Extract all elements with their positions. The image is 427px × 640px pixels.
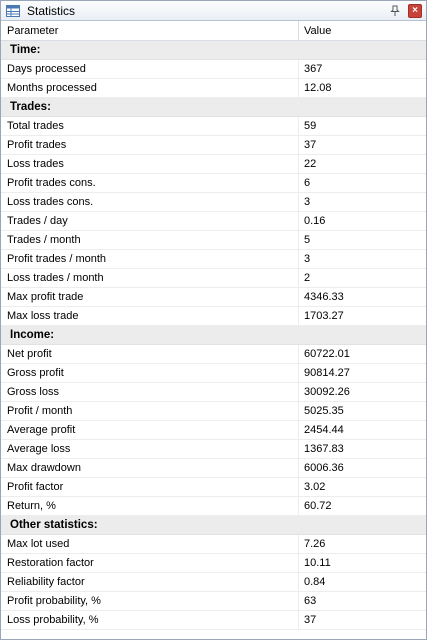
value-cell: 5025.35 [304,404,344,417]
value-cell: 22 [304,157,317,170]
table-row[interactable]: Days processed 367 [1,59,426,79]
table-header: Parameter Value [1,21,426,41]
value-cell: 60722.01 [304,347,350,360]
value-cell: 3.02 [304,480,326,493]
parameter-cell: Profit trades [1,135,299,154]
table-row[interactable]: Restoration factor 10.11 [1,553,426,573]
table-row[interactable]: Gross profit 90814.27 [1,363,426,383]
value-cell: 3 [304,195,311,208]
table-row[interactable]: Profit trades 37 [1,135,426,155]
value-cell: 30092.26 [304,385,350,398]
parameter-cell: Trades / month [1,230,299,249]
value-cell: 2454.44 [304,423,344,436]
value-cell: 6006.36 [304,461,344,474]
section-header: Time: [1,41,426,60]
table-row[interactable]: Gross loss 30092.26 [1,382,426,402]
parameter-cell: Profit / month [1,401,299,420]
table-row[interactable]: Return, % 60.72 [1,496,426,516]
value-cell: 7.26 [304,537,326,550]
parameter-cell: Loss trades / month [1,268,299,287]
table-row[interactable]: Profit trades cons. 6 [1,173,426,193]
table-row[interactable]: Profit / month 5025.35 [1,401,426,421]
parameter-cell: Max drawdown [1,458,299,477]
parameter-cell: Max profit trade [1,287,299,306]
parameter-cell: Net profit [1,344,299,363]
parameter-cell: Profit factor [1,477,299,496]
value-cell: 60.72 [304,499,332,512]
table-row[interactable]: Profit probability, % 63 [1,591,426,611]
value-cell: 10.11 [304,556,331,569]
parameter-cell: Max loss trade [1,306,299,325]
parameter-cell: Loss trades [1,154,299,173]
window-title: Statistics [27,3,76,18]
parameter-cell: Profit trades cons. [1,173,299,192]
value-cell: 1367.83 [304,442,344,455]
parameter-cell: Months processed [1,78,299,97]
parameter-cell: Profit probability, % [1,591,299,610]
table-row[interactable]: Trades / day 0.16 [1,211,426,231]
value-cell: 0.84 [304,575,326,588]
section-header: Trades: [1,97,426,117]
column-header-parameter[interactable]: Parameter [1,21,299,40]
table-icon [5,4,21,18]
parameter-cell: Reliability factor [1,572,299,591]
parameter-cell: Gross profit [1,363,299,382]
section-header: Income: [1,325,426,345]
table-row[interactable]: Loss trades cons. 3 [1,192,426,212]
parameter-cell: Profit trades / month [1,249,299,268]
value-cell: 6 [304,176,311,189]
column-header-value[interactable]: Value [299,21,426,40]
table-row[interactable]: Average loss 1367.83 [1,439,426,459]
parameter-cell: Return, % [1,496,299,515]
parameter-cell: Loss probability, % [1,610,299,629]
pin-icon[interactable] [388,4,402,18]
value-cell: 12.08 [304,81,332,94]
parameter-cell: Total trades [1,116,299,135]
value-cell: 59 [304,119,317,132]
parameter-cell: Restoration factor [1,553,299,572]
close-button[interactable]: × [408,3,422,18]
table-row[interactable]: Net profit 60722.01 [1,344,426,364]
value-cell: 0.16 [304,214,326,227]
value-cell: 4346.33 [304,290,344,303]
value-cell: 5 [304,233,311,246]
table-row[interactable]: Max drawdown 6006.36 [1,458,426,478]
value-cell: 37 [304,613,317,626]
table-row[interactable]: Profit factor 3.02 [1,477,426,497]
table-row[interactable]: Profit trades / month 3 [1,249,426,269]
title-bar: Statistics × [1,1,426,21]
table-row[interactable]: Max loss trade 1703.27 [1,306,426,326]
parameter-cell: Days processed [1,59,299,78]
value-cell: 3 [304,252,311,265]
parameter-cell: Max lot used [1,534,299,553]
statistics-panel: Statistics × Parameter Value Time: Days p… [0,0,427,640]
parameter-cell: Trades / day [1,211,299,230]
table-body: Time: Days processed 367 Months processed 12… [1,41,426,630]
parameter-cell: Gross loss [1,382,299,401]
table-row[interactable]: Total trades 59 [1,116,426,136]
table-row[interactable]: Trades / month 5 [1,230,426,250]
parameter-cell: Average profit [1,420,299,439]
section-header: Other statistics: [1,515,426,535]
value-cell: 2 [304,271,311,284]
table-row[interactable]: Max profit trade 4346.33 [1,287,426,307]
parameter-cell: Loss trades cons. [1,192,299,211]
table-row[interactable]: Max lot used 7.26 [1,534,426,554]
table-row[interactable]: Reliability factor 0.84 [1,572,426,592]
table-row[interactable]: Loss trades / month 2 [1,268,426,288]
value-cell: 37 [304,138,317,151]
value-cell: 63 [304,594,317,607]
table-row[interactable]: Loss trades 22 [1,154,426,174]
table-row[interactable]: Loss probability, % 37 [1,610,426,630]
parameter-cell: Average loss [1,439,299,458]
table-row[interactable]: Average profit 2454.44 [1,420,426,440]
value-cell: 367 [304,62,323,75]
value-cell: 90814.27 [304,366,350,379]
table-row[interactable]: Months processed 12.08 [1,78,426,98]
value-cell: 1703.27 [304,309,344,322]
